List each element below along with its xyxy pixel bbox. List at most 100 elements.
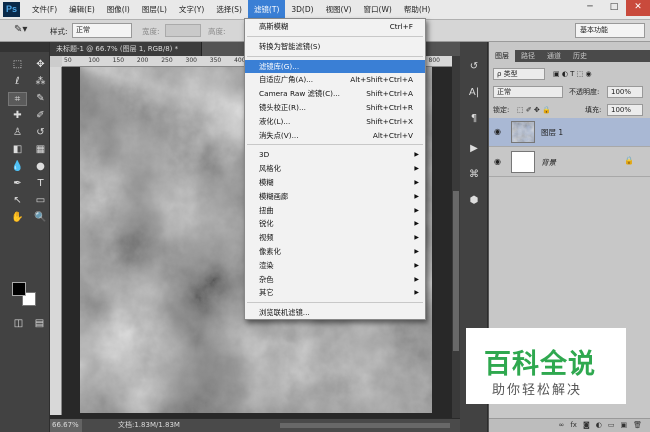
eyedropper-tool-icon[interactable]: ✎ (31, 92, 50, 106)
vertical-scrollbar[interactable] (452, 56, 460, 418)
last-filter-item[interactable]: 高斯模糊 Ctrl+F (245, 20, 425, 33)
layer-row-layer1[interactable]: ◉ 图层 1 (489, 118, 650, 147)
history-panel-icon[interactable]: ↺ (465, 58, 483, 75)
menu-item-6[interactable]: 滤镜(T) (247, 0, 286, 20)
menu-item-2[interactable]: 图像(I) (101, 0, 136, 20)
filter-submenu-0[interactable]: 3D ▶ (245, 148, 425, 161)
visibility-eye-icon[interactable]: ◉ (494, 157, 501, 166)
mask-icon[interactable]: ◙ (583, 419, 590, 432)
filter-submenu-10[interactable]: 其它 ▶ (245, 286, 425, 299)
stamp-tool-icon[interactable]: ♙ (8, 126, 27, 140)
hand-tool-icon[interactable]: ✋ (8, 211, 27, 225)
3d-panel-icon[interactable]: ⬢ (465, 192, 483, 209)
marquee-tool-icon[interactable]: ⬚ (8, 58, 27, 72)
actions-panel-icon[interactable]: ▶ (465, 140, 483, 157)
menu-item-4[interactable]: 文字(Y) (173, 0, 210, 20)
width-field[interactable] (165, 24, 201, 37)
menu-item-0[interactable]: 文件(F) (26, 0, 63, 20)
vertical-ruler[interactable] (50, 67, 62, 415)
trash-icon[interactable]: 🗑 (633, 419, 642, 432)
fx-icon[interactable]: fx (570, 419, 577, 432)
layer-row-background[interactable]: ◉ 背景 🔒 (489, 148, 650, 177)
menu-item-1[interactable]: 编辑(E) (63, 0, 101, 20)
foreground-color-swatch[interactable] (12, 282, 26, 296)
filter-submenu-6[interactable]: 视频 ▶ (245, 231, 425, 244)
convert-smart-filter-item[interactable]: 转换为智能滤镜(S) (245, 40, 425, 53)
new-layer-icon[interactable]: ▣ (620, 419, 627, 432)
adjustment-icon[interactable]: ◐ (596, 419, 602, 432)
filter-submenu-5[interactable]: 锐化 ▶ (245, 217, 425, 230)
filter-submenu-7[interactable]: 像素化 ▶ (245, 245, 425, 258)
menu-item-5[interactable]: 选择(S) (210, 0, 248, 20)
eraser-tool-icon[interactable]: ◧ (8, 143, 27, 157)
visibility-eye-icon[interactable]: ◉ (494, 127, 501, 136)
toolbox-header[interactable] (0, 42, 49, 52)
pen-tool-icon[interactable]: ✒ (8, 177, 27, 191)
dodge-tool-icon[interactable]: ● (31, 160, 50, 174)
layer-name: 图层 1 (541, 128, 564, 137)
style-select[interactable]: 正常 (72, 23, 132, 38)
crop-tool-icon[interactable]: ⌗ (8, 92, 27, 106)
filter-submenu-9[interactable]: 杂色 ▶ (245, 273, 425, 286)
quick-mask-icon[interactable]: ◫ (9, 317, 28, 331)
group-icon[interactable]: ▭ (608, 419, 615, 432)
doc-size-info[interactable]: 文档:1.83M/1.83M (118, 419, 180, 432)
zoom-tool-icon[interactable]: 🔍 (31, 211, 50, 225)
zoom-field[interactable]: 66.67% (50, 419, 82, 432)
blur-tool-icon[interactable]: 💧 (8, 160, 27, 174)
close-button[interactable]: ✕ (626, 0, 650, 16)
filter-submenu-8[interactable]: 渲染 ▶ (245, 259, 425, 272)
type-tool-icon[interactable]: T (31, 177, 50, 191)
filter-item-3[interactable]: 镜头校正(R)... Shift+Ctrl+R (245, 101, 425, 114)
menu-item-8[interactable]: 视图(V) (320, 0, 358, 20)
minimize-button[interactable]: ─ (578, 0, 602, 16)
layer-kind-filter[interactable]: ρ 类型 (493, 68, 545, 80)
horizontal-scrollbar[interactable] (280, 423, 450, 428)
shape-tool-icon[interactable]: ▭ (31, 194, 50, 208)
move-tool-icon[interactable]: ✥ (31, 58, 50, 72)
filter-item-0[interactable]: 滤镜库(G)... (245, 59, 425, 73)
filter-item-4[interactable]: 液化(L)... Shift+Ctrl+X (245, 115, 425, 128)
filter-item-1[interactable]: 自适应广角(A)... Alt+Shift+Ctrl+A (245, 73, 425, 86)
opacity-field[interactable]: 100% (607, 86, 643, 98)
maximize-button[interactable]: □ (602, 0, 626, 16)
filter-submenu-3[interactable]: 模糊画廊 ▶ (245, 190, 425, 203)
eyedropper-icon[interactable]: ✎▾ (14, 24, 27, 35)
layers-tab-2[interactable]: 通道 (541, 50, 567, 62)
blend-mode-select[interactable]: 正常 (493, 86, 563, 98)
menu-item-9[interactable]: 窗口(W) (358, 0, 398, 20)
brush-tool-icon[interactable]: ✐ (31, 109, 50, 123)
workspace-select[interactable]: 基本功能 (575, 23, 645, 38)
healing-tool-icon[interactable]: ✚ (8, 109, 27, 123)
style-label: 样式: (50, 27, 68, 36)
menu-item-10[interactable]: 帮助(H) (398, 0, 437, 20)
quick-select-tool-icon[interactable]: ⁂ (31, 75, 50, 89)
link-icon[interactable]: ∞ (559, 419, 565, 432)
lasso-tool-icon[interactable]: ℓ (8, 75, 27, 89)
filter-item-2[interactable]: Camera Raw 滤镜(C)... Shift+Ctrl+A (245, 87, 425, 100)
shortcut-label: Shift+Ctrl+A (366, 89, 413, 99)
layers-tab-0[interactable]: 图层 (489, 50, 515, 62)
document-tab[interactable]: 未标题-1 @ 66.7% (图层 1, RGB/8) * (50, 42, 202, 56)
filter-icons[interactable]: ▣ ◐ T ⬚ ◉ (553, 68, 592, 80)
filter-item-5[interactable]: 消失点(V)... Alt+Ctrl+V (245, 129, 425, 142)
lock-icons[interactable]: ⬚ ✐ ✥ 🔒 (517, 104, 551, 116)
vertical-scroll-thumb[interactable] (453, 191, 459, 351)
layers-tab-3[interactable]: 历史 (567, 50, 593, 62)
paragraph-panel-icon[interactable]: ¶ (465, 110, 483, 127)
layer-name: 背景 (541, 158, 556, 167)
history-brush-icon[interactable]: ↺ (31, 126, 50, 140)
layers-tab-1[interactable]: 路径 (515, 50, 541, 62)
screen-mode-icon[interactable]: ▤ (30, 317, 49, 331)
path-select-tool-icon[interactable]: ↖ (8, 194, 27, 208)
fill-field[interactable]: 100% (607, 104, 643, 116)
character-panel-icon[interactable]: A| (465, 84, 483, 101)
browse-online-filters-item[interactable]: 浏览联机滤镜... (245, 306, 425, 319)
menu-item-7[interactable]: 3D(D) (285, 0, 319, 20)
gradient-tool-icon[interactable]: ▦ (31, 143, 50, 157)
menu-item-3[interactable]: 图层(L) (136, 0, 173, 20)
filter-submenu-1[interactable]: 风格化 ▶ (245, 162, 425, 175)
filter-submenu-4[interactable]: 扭曲 ▶ (245, 204, 425, 217)
filter-submenu-2[interactable]: 模糊 ▶ (245, 176, 425, 189)
tool-presets-icon[interactable]: ⌘ (465, 166, 483, 183)
